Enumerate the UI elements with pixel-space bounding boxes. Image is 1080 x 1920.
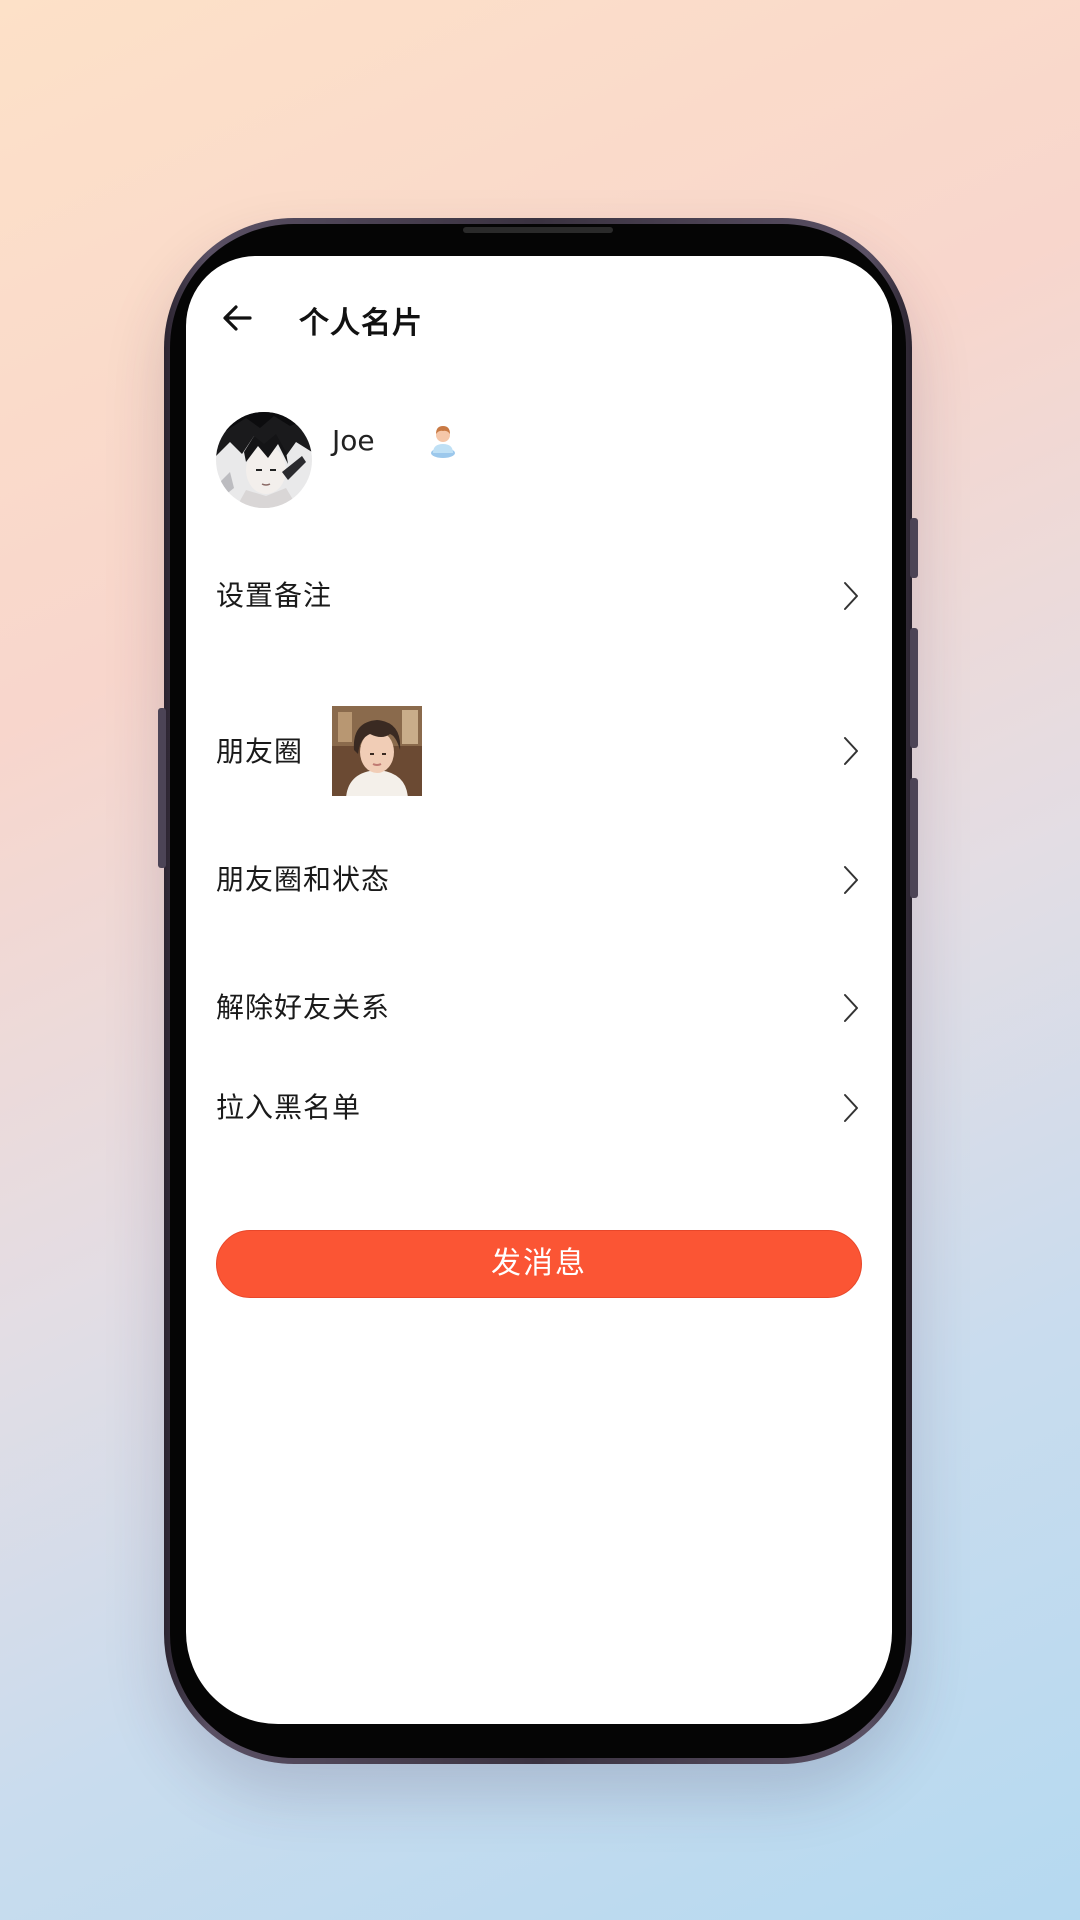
chevron-right-icon xyxy=(840,1091,862,1125)
side-button-right-lower xyxy=(910,778,918,898)
menu-item-label: 拉入黑名单 xyxy=(216,1091,362,1124)
send-message-button[interactable]: 发消息 xyxy=(216,1230,862,1298)
menu-item-label: 设置备注 xyxy=(216,579,333,612)
page-title: 个人名片 xyxy=(299,306,423,341)
menu-item-set-remark[interactable]: 设置备注 xyxy=(216,574,862,618)
menu-item-moments[interactable]: 朋友圈 xyxy=(216,706,862,796)
menu-item-label: 朋友圈和状态 xyxy=(216,863,391,896)
username: Joe xyxy=(332,424,375,457)
side-button-right-middle xyxy=(910,628,918,748)
menu-item-label: 解除好友关系 xyxy=(216,991,391,1024)
chevron-right-icon xyxy=(840,863,862,897)
menu-item-label: 朋友圈 xyxy=(216,735,304,768)
chevron-right-icon xyxy=(840,579,862,613)
header: 个人名片 xyxy=(186,256,892,380)
menu-item-blacklist[interactable]: 拉入黑名单 xyxy=(216,1086,862,1130)
male-user-icon xyxy=(429,422,457,458)
phone-speaker xyxy=(463,227,613,233)
avatar[interactable] xyxy=(216,412,312,508)
chevron-right-icon xyxy=(840,991,862,1025)
side-button-right-upper xyxy=(910,518,918,578)
profile-section: Joe xyxy=(216,412,856,512)
arrow-left-icon[interactable] xyxy=(216,296,260,340)
menu-item-moments-and-status[interactable]: 朋友圈和状态 xyxy=(216,858,862,902)
chevron-right-icon xyxy=(840,734,862,768)
screen: 个人名片 Joe 设置备注 朋友圈 朋友圈和状态 解除好友关系 拉入黑名单 发消… xyxy=(186,256,892,1724)
menu-item-remove-friend[interactable]: 解除好友关系 xyxy=(216,986,862,1030)
moments-thumbnail[interactable] xyxy=(332,706,422,796)
side-button-left xyxy=(158,708,166,868)
